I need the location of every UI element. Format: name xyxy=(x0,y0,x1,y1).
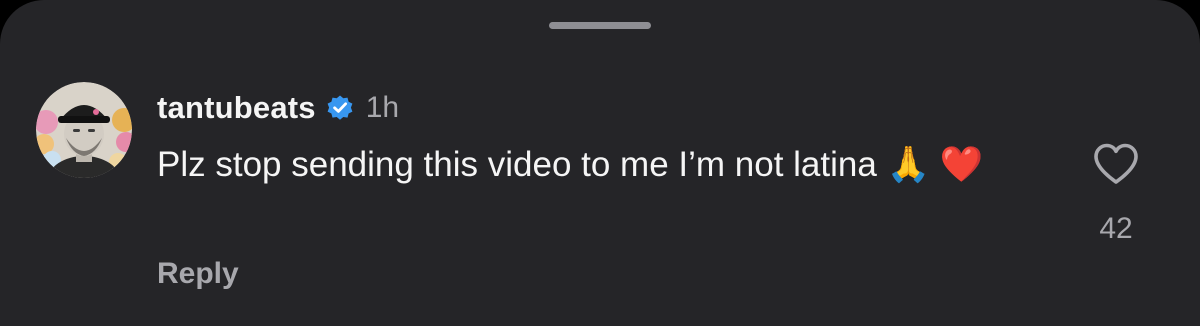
like-button[interactable] xyxy=(1092,142,1140,186)
sheet-grabber-handle[interactable] xyxy=(549,22,651,29)
avatar-image xyxy=(36,82,132,178)
comment-text: Plz stop sending this video to me I’m no… xyxy=(157,145,984,184)
comment-timestamp: 1h xyxy=(365,91,400,124)
like-count: 42 xyxy=(1099,212,1133,245)
verified-badge-icon xyxy=(326,94,354,122)
username[interactable]: tantubeats xyxy=(157,90,316,126)
comments-sheet: tantubeats 1h Plz stop sending this vide… xyxy=(0,0,1200,326)
reply-button[interactable]: Reply xyxy=(157,257,239,291)
comment-header: tantubeats 1h xyxy=(157,86,399,130)
heart-outline-icon xyxy=(1094,143,1138,184)
avatar[interactable] xyxy=(36,82,132,178)
